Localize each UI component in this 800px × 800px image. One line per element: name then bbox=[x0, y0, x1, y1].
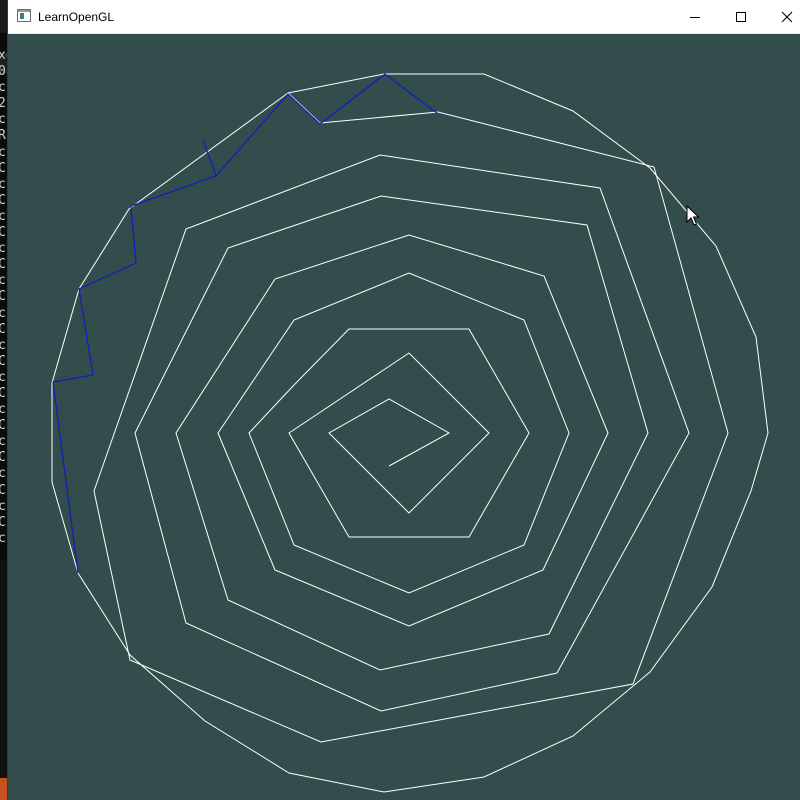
maximize-icon bbox=[736, 11, 746, 22]
close-button[interactable] bbox=[764, 0, 800, 33]
learnopengl-window[interactable]: LearnOpenGL bbox=[8, 0, 800, 800]
titlebar[interactable]: LearnOpenGL bbox=[8, 0, 800, 34]
close-icon bbox=[781, 11, 793, 22]
minimize-icon bbox=[690, 16, 700, 18]
maximize-button[interactable] bbox=[718, 0, 764, 33]
spiral-render bbox=[51, 73, 769, 793]
minimize-button[interactable] bbox=[672, 0, 718, 33]
arrow-cursor-icon bbox=[686, 205, 700, 226]
opengl-viewport[interactable] bbox=[8, 34, 800, 800]
window-title: LearnOpenGL bbox=[38, 10, 115, 24]
spiral-line bbox=[51, 73, 769, 793]
app-icon[interactable] bbox=[17, 9, 31, 22]
